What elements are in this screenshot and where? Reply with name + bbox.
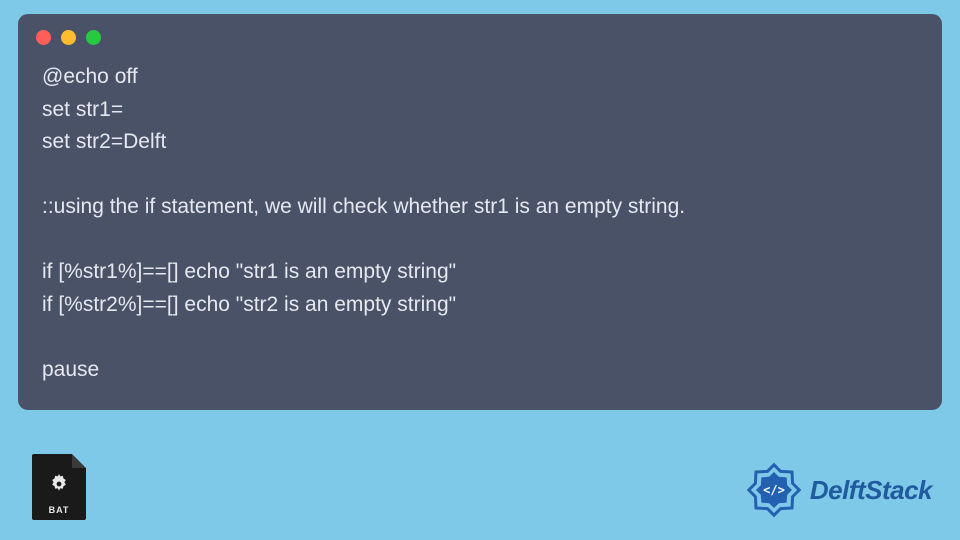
file-page-shape: BAT <box>32 454 86 520</box>
code-line <box>42 224 918 257</box>
code-line: if [%str1%]==[] echo "str1 is an empty s… <box>42 256 918 289</box>
bat-label: BAT <box>32 505 86 515</box>
window-titlebar <box>18 14 942 55</box>
code-line <box>42 321 918 354</box>
bat-file-icon: BAT <box>32 454 86 520</box>
minimize-icon[interactable] <box>61 30 76 45</box>
gear-icon <box>47 472 71 496</box>
code-line <box>42 159 918 192</box>
code-line: set str2=Delft <box>42 126 918 159</box>
code-line: pause <box>42 354 918 387</box>
code-line: if [%str2%]==[] echo "str2 is an empty s… <box>42 289 918 322</box>
svg-text:</>: </> <box>763 483 785 497</box>
logo-text: DelftStack <box>810 475 932 506</box>
logo-mark-icon: </> <box>744 460 804 520</box>
close-icon[interactable] <box>36 30 51 45</box>
code-line: @echo off <box>42 61 918 94</box>
delftstack-logo: </> DelftStack <box>744 460 932 520</box>
code-line: ::using the if statement, we will check … <box>42 191 918 224</box>
maximize-icon[interactable] <box>86 30 101 45</box>
page-fold-icon <box>72 454 86 468</box>
code-body: @echo off set str1= set str2=Delft ::usi… <box>18 55 942 386</box>
code-window: @echo off set str1= set str2=Delft ::usi… <box>18 14 942 410</box>
code-line: set str1= <box>42 94 918 127</box>
